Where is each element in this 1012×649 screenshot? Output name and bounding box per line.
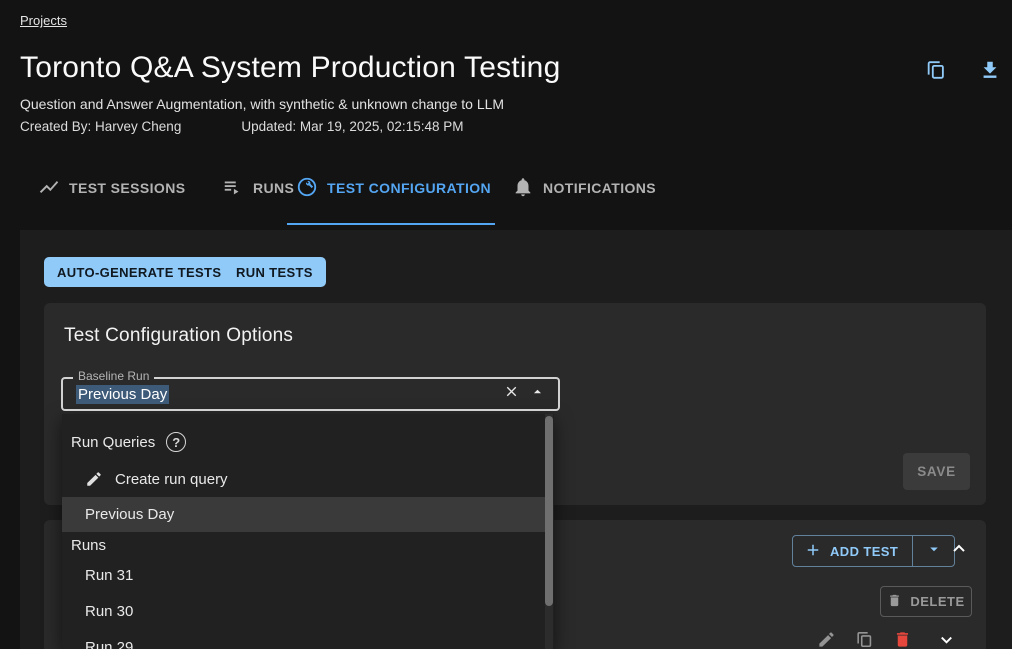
group-label: Runs bbox=[71, 537, 106, 554]
help-icon[interactable]: ? bbox=[166, 432, 186, 452]
trend-line-icon bbox=[38, 176, 60, 201]
menu-item-run-31[interactable]: Run 31 bbox=[62, 557, 545, 593]
menu-item-run-30[interactable]: Run 30 bbox=[62, 593, 545, 629]
menu-item-label: Run 30 bbox=[85, 603, 133, 620]
menu-item-create-run-query[interactable]: Create run query bbox=[62, 461, 545, 497]
menu-item-label: Create run query bbox=[115, 471, 228, 488]
breadcrumb-projects-link[interactable]: Projects bbox=[20, 13, 67, 28]
page-title: Toronto Q&A System Production Testing bbox=[20, 51, 560, 85]
card-title: Test Configuration Options bbox=[64, 325, 293, 347]
project-meta: Created By: Harvey Cheng Updated: Mar 19… bbox=[20, 119, 463, 134]
run-tests-button[interactable]: RUN TESTS bbox=[223, 257, 326, 287]
copy-project-button[interactable] bbox=[922, 58, 950, 86]
menu-item-label: Run 31 bbox=[85, 567, 133, 584]
tab-test-configuration[interactable]: TEST CONFIGURATION bbox=[296, 174, 491, 202]
plus-icon bbox=[804, 541, 822, 562]
menu-group-runs: Runs bbox=[62, 533, 545, 557]
copy-test-button[interactable] bbox=[853, 631, 875, 649]
menu-item-label: Previous Day bbox=[85, 506, 174, 523]
copy-icon bbox=[855, 630, 874, 649]
dropdown-scrollbar-thumb[interactable] bbox=[545, 416, 553, 606]
trash-icon bbox=[893, 630, 912, 649]
bell-icon bbox=[512, 176, 534, 201]
caret-down-icon bbox=[925, 540, 943, 563]
created-by-text: Created By: Harvey Cheng bbox=[20, 119, 181, 134]
clear-selection-button[interactable] bbox=[498, 381, 524, 407]
tab-runs[interactable]: RUNS bbox=[222, 174, 294, 202]
delete-test-button[interactable] bbox=[891, 631, 913, 649]
tab-label: TEST SESSIONS bbox=[69, 180, 185, 196]
baseline-run-value[interactable]: Previous Day bbox=[76, 385, 169, 404]
auto-generate-tests-button[interactable]: AUTO-GENERATE TESTS bbox=[44, 257, 234, 287]
menu-item-run-29[interactable]: Run 29 bbox=[62, 629, 545, 649]
chevron-down-icon bbox=[937, 630, 956, 649]
delete-label: DELETE bbox=[910, 594, 964, 609]
save-button[interactable]: SAVE bbox=[903, 453, 970, 490]
updated-text: Updated: Mar 19, 2025, 02:15:48 PM bbox=[241, 119, 463, 134]
trash-icon bbox=[887, 593, 902, 611]
caret-up-icon bbox=[529, 383, 546, 405]
copy-icon bbox=[925, 59, 947, 86]
build-circle-icon bbox=[296, 176, 318, 201]
menu-item-label: Run 29 bbox=[85, 639, 133, 649]
edit-test-button[interactable] bbox=[815, 631, 837, 649]
collapse-dropdown-button[interactable] bbox=[524, 381, 550, 407]
menu-group-run-queries: Run Queries ? bbox=[62, 430, 545, 454]
tab-label: NOTIFICATIONS bbox=[543, 180, 656, 196]
tab-label: TEST CONFIGURATION bbox=[327, 180, 491, 196]
tab-label: RUNS bbox=[253, 180, 294, 196]
baseline-run-field-label: Baseline Run bbox=[73, 370, 154, 382]
chevron-up-icon bbox=[949, 539, 969, 564]
add-test-label: ADD TEST bbox=[830, 544, 898, 559]
tab-test-sessions[interactable]: TEST SESSIONS bbox=[38, 174, 185, 202]
group-label: Run Queries bbox=[71, 434, 155, 451]
delete-button[interactable]: DELETE bbox=[880, 586, 972, 617]
run-list-icon bbox=[222, 176, 244, 201]
pencil-icon bbox=[817, 630, 836, 649]
active-tab-indicator bbox=[287, 223, 495, 225]
add-test-button[interactable]: ADD TEST bbox=[793, 536, 912, 566]
close-icon bbox=[503, 383, 520, 405]
baseline-run-dropdown-menu: Run Queries ? Create run query Previous … bbox=[62, 414, 554, 649]
pencil-icon bbox=[85, 470, 103, 488]
page-subtitle: Question and Answer Augmentation, with s… bbox=[20, 96, 504, 112]
collapse-tests-button[interactable] bbox=[947, 539, 971, 563]
download-icon bbox=[979, 59, 1001, 86]
app-window: Projects Toronto Q&A System Production T… bbox=[0, 0, 1012, 649]
expand-test-row-button[interactable] bbox=[935, 631, 957, 649]
add-test-split-button: ADD TEST bbox=[792, 535, 955, 567]
menu-item-previous-day[interactable]: Previous Day bbox=[62, 497, 545, 532]
download-project-button[interactable] bbox=[976, 58, 1004, 86]
tab-notifications[interactable]: NOTIFICATIONS bbox=[512, 174, 656, 202]
